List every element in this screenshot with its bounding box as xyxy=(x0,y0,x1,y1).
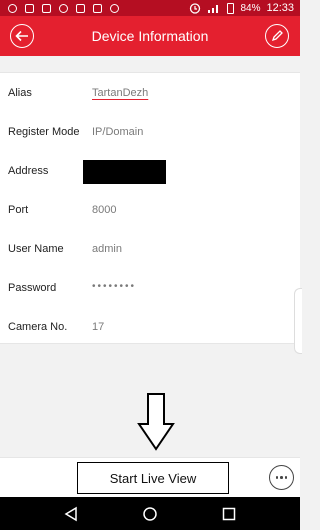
user-name-row[interactable]: User Name admin xyxy=(0,229,300,268)
address-label: Address xyxy=(8,165,49,177)
battery-percent: 84% xyxy=(240,2,261,14)
port-field[interactable]: 8000 xyxy=(92,204,116,216)
alias-row[interactable]: Alias TartanDezh xyxy=(0,73,300,112)
dot xyxy=(280,476,283,479)
password-field[interactable]: •••••••• xyxy=(92,281,136,292)
nav-home-icon[interactable] xyxy=(141,505,159,523)
user-name-field[interactable]: admin xyxy=(92,243,122,255)
system-nav-bar xyxy=(0,497,300,530)
mail-icon xyxy=(42,3,51,13)
port-label: Port xyxy=(8,204,29,216)
alias-field[interactable]: TartanDezh xyxy=(92,87,148,99)
notification-icon xyxy=(76,3,85,13)
register-mode-row[interactable]: Register Mode IP/Domain xyxy=(0,112,300,151)
camera-no-row[interactable]: Camera No. 17 xyxy=(0,307,300,346)
notification-icon xyxy=(110,3,119,13)
start-live-view-button[interactable]: Start Live View xyxy=(77,462,229,494)
signal-icon xyxy=(208,5,219,13)
camera-no-field[interactable]: 17 xyxy=(92,321,104,333)
password-label: Password xyxy=(8,282,57,294)
address-field-redacted[interactable] xyxy=(83,160,166,184)
nav-back-icon[interactable] xyxy=(62,505,80,523)
battery-icon xyxy=(227,2,235,14)
more-horizontal-icon xyxy=(275,476,279,479)
clock-time: 12:33 xyxy=(266,2,294,14)
nav-recents-icon[interactable] xyxy=(220,505,238,523)
notification-icon xyxy=(59,3,68,13)
password-row[interactable]: Password •••••••• xyxy=(0,268,300,307)
register-mode-label: Register Mode xyxy=(8,126,80,138)
notification-icons xyxy=(8,2,119,14)
edit-button[interactable] xyxy=(265,24,289,48)
alias-label: Alias xyxy=(8,87,32,99)
scroll-handle[interactable] xyxy=(294,288,302,354)
image-icon xyxy=(25,3,34,13)
notification-icon xyxy=(8,3,17,13)
status-bar: 84% 12:33 xyxy=(0,0,300,16)
bottom-action-bar: Start Live View xyxy=(0,457,300,497)
register-mode-value[interactable]: IP/Domain xyxy=(92,126,143,138)
app-bar: Device Information xyxy=(0,16,300,56)
address-row[interactable]: Address xyxy=(0,151,300,190)
device-info-form: Alias TartanDezh Register Mode IP/Domain… xyxy=(0,72,300,344)
clock-alarm-icon xyxy=(190,3,201,14)
page-title: Device Information xyxy=(91,28,209,44)
user-name-label: User Name xyxy=(8,243,64,255)
down-arrow-annotation-icon xyxy=(137,393,175,451)
camera-no-label: Camera No. xyxy=(8,321,68,333)
dot xyxy=(284,476,288,479)
more-options-button[interactable] xyxy=(269,465,294,490)
port-row[interactable]: Port 8000 xyxy=(0,190,300,229)
pencil-icon xyxy=(271,30,283,42)
notification-icon xyxy=(93,3,102,13)
